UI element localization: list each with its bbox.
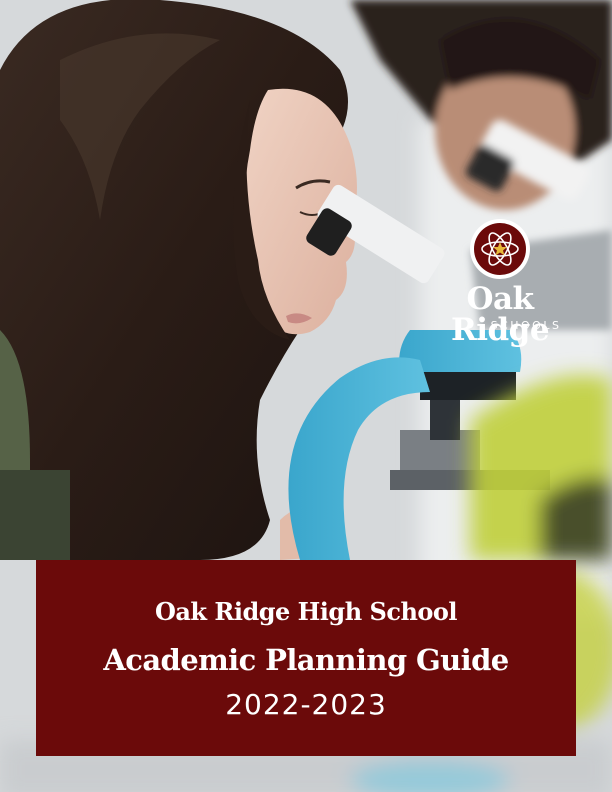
logo-subtitle: SCHOOLS — [490, 319, 562, 332]
title-panel: Oak Ridge High School Academic Planning … — [36, 560, 576, 756]
atom-star-seal-icon — [469, 218, 531, 280]
school-logo: Oak Ridge SCHOOLS — [414, 216, 586, 346]
school-name: Oak Ridge High School — [154, 597, 458, 626]
school-year: 2022-2023 — [225, 688, 387, 721]
logo-wordmark: Oak Ridge — [450, 281, 550, 348]
guide-title: Academic Planning Guide — [103, 643, 509, 677]
